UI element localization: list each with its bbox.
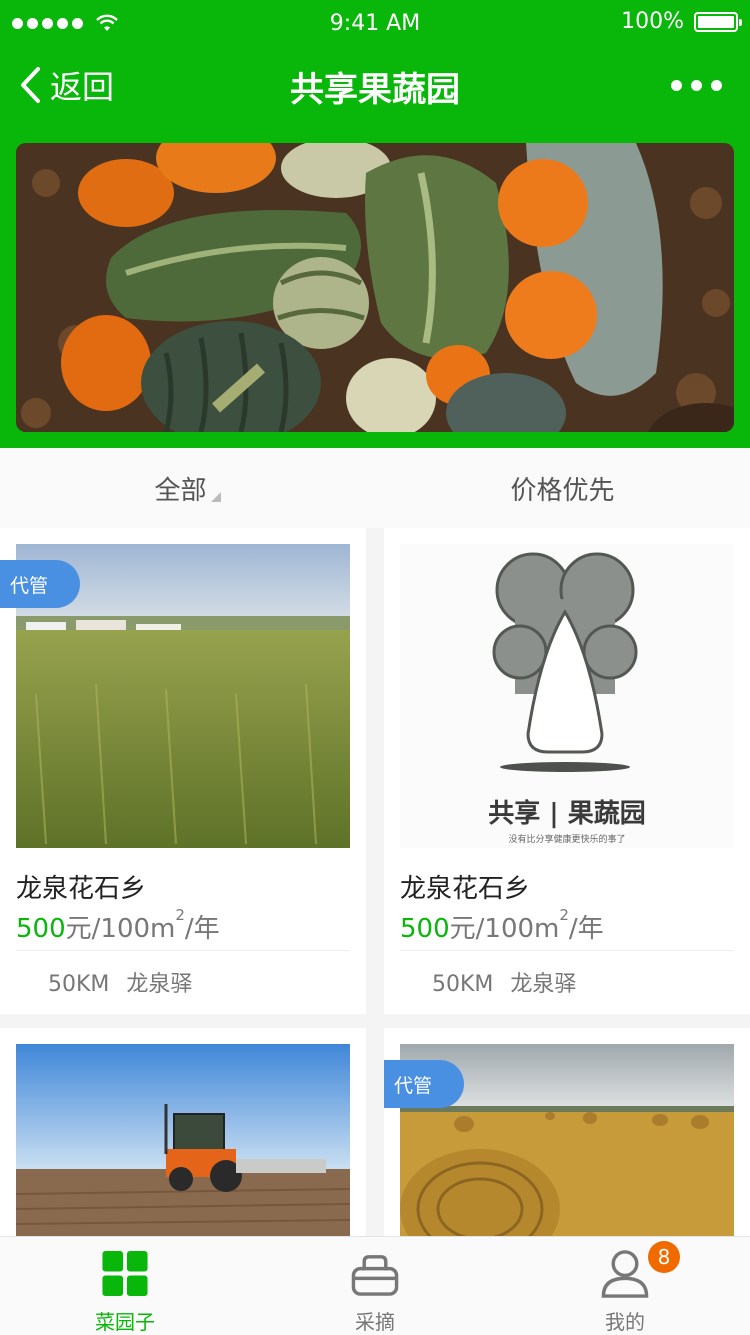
tab-garden-label: 菜园子 (95, 1310, 155, 1334)
price-number: 500 (400, 914, 450, 944)
card-distance: 50KM (48, 972, 110, 997)
garden-card[interactable]: 代管 龙泉花石乡 500元/100m2/年 50KM 龙泉驿 (0, 528, 366, 1014)
card-price: 500元/100m2/年 (16, 906, 220, 945)
tab-mine-label: 我的 (605, 1310, 645, 1334)
card-title: 龙泉花石乡 (16, 874, 147, 904)
garden-card[interactable] (0, 1028, 366, 1236)
card-image: 共享 | 果蔬园 没有比分享健康更快乐的事了 (400, 544, 734, 848)
filter-all[interactable]: 全部 (0, 448, 375, 528)
filter-price-label: 价格优先 (510, 475, 615, 506)
tab-mine[interactable]: 我的 8 (500, 1237, 750, 1335)
brand-logo-image: 共享 | 果蔬园 没有比分享健康更快乐的事了 (488, 552, 646, 845)
card-location: 龙泉驿 (510, 972, 577, 997)
price-tail: /年 (184, 914, 220, 944)
card-meta: 50KM 龙泉驿 (432, 966, 576, 998)
status-bar: 9:41 AM 100% (0, 0, 750, 48)
price-superscript: 2 (559, 906, 569, 924)
garden-card[interactable]: 共享 | 果蔬园 没有比分享健康更快乐的事了 龙泉花石乡 500元/100m2/… (384, 528, 750, 1014)
notification-badge: 8 (648, 1241, 680, 1273)
card-image (16, 1044, 350, 1236)
card-distance: 50KM (432, 972, 494, 997)
card-title: 龙泉花石乡 (400, 874, 531, 904)
garden-card[interactable]: 代管 (384, 1028, 750, 1236)
tab-bar: 菜园子 采摘 我的 8 (0, 1236, 750, 1335)
tab-garden[interactable]: 菜园子 (0, 1237, 250, 1335)
divider (400, 950, 734, 951)
price-number: 500 (16, 914, 66, 944)
managed-tag: 代管 (384, 1060, 464, 1108)
tab-picking-label: 采摘 (355, 1310, 395, 1334)
page-title: 共享果蔬园 (290, 70, 460, 110)
battery-icon (694, 12, 742, 32)
navigation-bar: 返回 共享果蔬园 (0, 48, 750, 126)
dropdown-triangle-icon (210, 492, 221, 502)
price-tail: /年 (568, 914, 604, 944)
logo-text: 共享 | 果蔬园 (488, 798, 646, 829)
banner-image[interactable] (16, 143, 734, 432)
grid-icon (102, 1250, 148, 1297)
card-location: 龙泉驿 (126, 972, 193, 997)
tractor-field-photo (16, 1044, 350, 1236)
managed-tag: 代管 (0, 560, 80, 608)
divider (16, 950, 350, 951)
more-button[interactable] (671, 80, 722, 91)
user-icon (601, 1250, 649, 1298)
card-meta: 50KM 龙泉驿 (48, 966, 192, 998)
more-icon (671, 80, 682, 91)
battery-percent: 100% (621, 9, 684, 34)
filter-bar: 全部 价格优先 (0, 448, 750, 528)
basket-icon (351, 1255, 399, 1296)
price-unit: 元/100m (449, 914, 560, 944)
filter-all-label: 全部 (154, 475, 207, 506)
pumpkins-photo (16, 143, 734, 432)
price-superscript: 2 (175, 906, 185, 924)
card-price: 500元/100m2/年 (400, 906, 604, 945)
logo-slogan: 没有比分享健康更快乐的事了 (508, 833, 625, 845)
price-unit: 元/100m (65, 914, 176, 944)
filter-price-first[interactable]: 价格优先 (375, 448, 750, 528)
tab-picking[interactable]: 采摘 (250, 1237, 500, 1335)
